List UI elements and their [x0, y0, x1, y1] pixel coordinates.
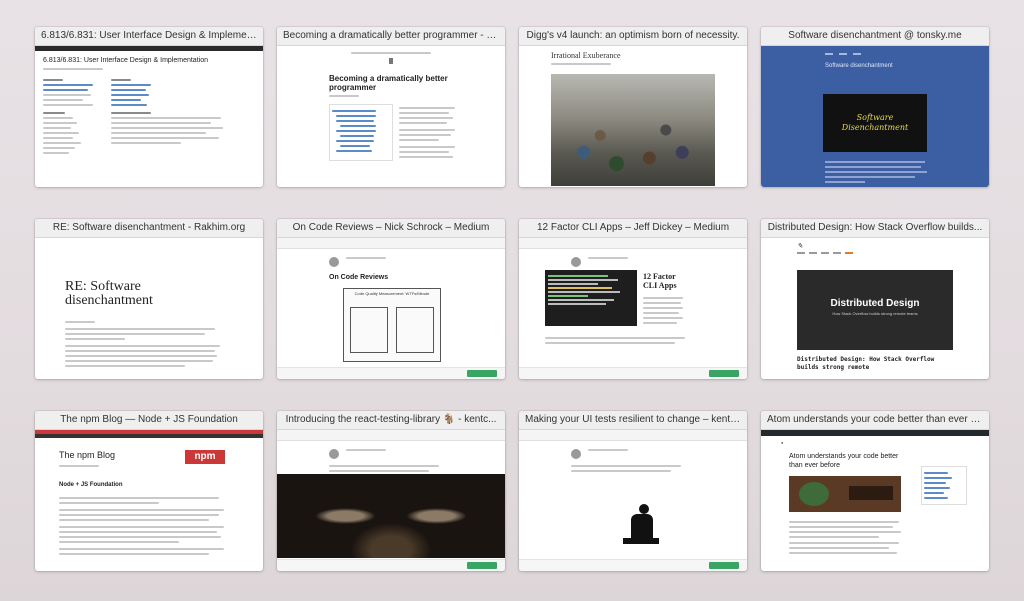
- tab-thumbnail: The npm Blog npm Node + JS Foundation: [35, 430, 263, 571]
- tab-card-title: 6.813/6.831: User Interface Design & Imp…: [35, 27, 263, 46]
- get-updates-button[interactable]: [467, 562, 497, 569]
- tab-thumbnail: ✎ Distributed Design How Stack Overflow …: [761, 238, 989, 379]
- tab-card-title: Atom understands your code better than e…: [761, 411, 989, 430]
- get-updates-button[interactable]: [709, 370, 739, 377]
- tab-card-title: Digg's v4 launch: an optimism born of ne…: [519, 27, 747, 46]
- author-avatar: [571, 449, 581, 459]
- page-heading: RE: Software disenchantment: [65, 279, 153, 308]
- page-heading: On Code Reviews: [329, 274, 389, 281]
- tab-thumbnail: 6.813/6.831: User Interface Design & Imp…: [35, 46, 263, 187]
- npm-logo: npm: [185, 450, 225, 464]
- page-heading: Atom understands your code better than e…: [789, 453, 899, 469]
- post-heading: Node + JS Foundation: [59, 482, 123, 488]
- page-heading: 12 Factor CLI Apps: [643, 272, 677, 290]
- tab-thumbnail: RE: Software disenchantment: [35, 238, 263, 379]
- hero-image: Distributed Design How Stack Overflow bu…: [797, 270, 953, 350]
- page-heading: Becoming a dramatically better programme…: [329, 74, 448, 92]
- tab-thumbnail: Irrational Exuberance: [519, 46, 747, 187]
- site-logo: ✎: [797, 242, 803, 250]
- get-updates-button[interactable]: [467, 370, 497, 377]
- medium-footer-bar: [277, 559, 505, 571]
- tab-thumbnail: [277, 430, 505, 571]
- tab-card-title: Making your UI tests resilient to change…: [519, 411, 747, 430]
- tab-thumbnail: ● Atom understands your code better than…: [761, 430, 989, 571]
- tab-card-atom[interactable]: Atom understands your code better than e…: [761, 411, 989, 571]
- goat-horns-photo: [277, 474, 505, 558]
- tab-card-6813[interactable]: 6.813/6.831: User Interface Design & Imp…: [35, 27, 263, 187]
- tab-card-tonsky[interactable]: Software disenchantment @ tonsky.me Soft…: [761, 27, 989, 187]
- post-caption: Distributed Design: How Stack Overflow b…: [797, 356, 935, 371]
- github-blog-logo: ●: [781, 440, 784, 445]
- tab-card-digg[interactable]: Digg's v4 launch: an optimism born of ne…: [519, 27, 747, 187]
- tab-card-title: The npm Blog — Node + JS Foundation: [35, 411, 263, 430]
- tab-card-title: RE: Software disenchantment - Rakhim.org: [35, 219, 263, 238]
- tab-card-rakhim[interactable]: RE: Software disenchantment - Rakhim.org…: [35, 219, 263, 379]
- tab-card-distributed-design[interactable]: Distributed Design: How Stack Overflow b…: [761, 219, 989, 379]
- medium-footer-bar: [519, 559, 747, 571]
- author-avatar: [571, 257, 581, 267]
- tab-thumbnail: On Code Reviews Code Quality Measurement…: [277, 238, 505, 379]
- tree-illustration: [789, 476, 901, 512]
- page-heading: Software disenchantment: [825, 63, 893, 69]
- author-avatar: [329, 257, 339, 267]
- tab-card-code-reviews[interactable]: On Code Reviews – Nick Schrock – Medium …: [277, 219, 505, 379]
- tab-card-npm-blog[interactable]: The npm Blog — Node + JS Foundation The …: [35, 411, 263, 571]
- page-heading: The npm Blog: [59, 450, 116, 460]
- tab-card-title: On Code Reviews – Nick Schrock – Medium: [277, 219, 505, 238]
- tab-card-better-programmer[interactable]: Becoming a dramatically better programme…: [277, 27, 505, 187]
- tab-thumbnail: Software disenchantment Software Disench…: [761, 46, 989, 187]
- terminal-image: [545, 270, 637, 326]
- chalk-art: Software Disenchantment: [823, 94, 927, 152]
- page-heading: Irrational Exuberance: [551, 51, 621, 60]
- tab-card-title: Introducing the react-testing-library 🐐 …: [277, 411, 505, 430]
- tab-thumbnail: 12 Factor CLI Apps: [519, 238, 747, 379]
- tab-card-title: Software disenchantment @ tonsky.me: [761, 27, 989, 46]
- page-heading: 6.813/6.831: User Interface Design & Imp…: [43, 57, 208, 64]
- tab-card-12-factor[interactable]: 12 Factor CLI Apps – Jeff Dickey – Mediu…: [519, 219, 747, 379]
- crowd-photo: [551, 74, 715, 186]
- tab-card-react-testing-library[interactable]: Introducing the react-testing-library 🐐 …: [277, 411, 505, 571]
- tab-thumbnail: [519, 430, 747, 571]
- tab-overview-grid: 6.813/6.831: User Interface Design & Imp…: [0, 0, 1024, 601]
- medium-footer-bar: [519, 367, 747, 379]
- cartoon-illustration: Code Quality Measurement: WTFs/Minute: [343, 288, 441, 362]
- author-avatar: [329, 449, 339, 459]
- tab-thumbnail: Becoming a dramatically better programme…: [277, 46, 505, 187]
- tab-card-title: 12 Factor CLI Apps – Jeff Dickey – Mediu…: [519, 219, 747, 238]
- kneeling-figure-photo: [519, 474, 747, 558]
- tab-card-title: Becoming a dramatically better programme…: [277, 27, 505, 46]
- get-updates-button[interactable]: [709, 562, 739, 569]
- medium-footer-bar: [277, 367, 505, 379]
- tab-card-title: Distributed Design: How Stack Overflow b…: [761, 219, 989, 238]
- tab-card-ui-tests-resilient[interactable]: Making your UI tests resilient to change…: [519, 411, 747, 571]
